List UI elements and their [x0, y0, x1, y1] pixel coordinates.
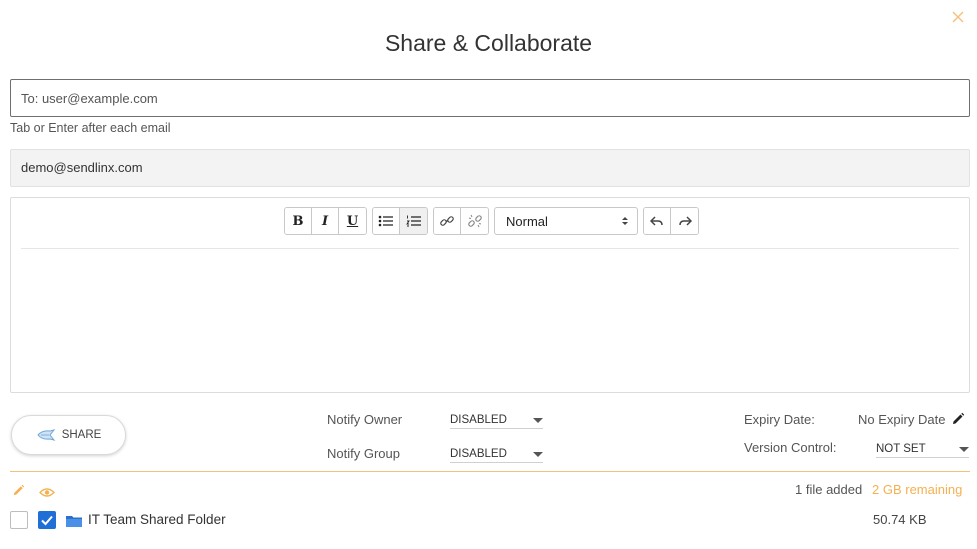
chevron-down-icon — [533, 451, 543, 457]
notify-group-value: DISABLED — [450, 448, 507, 460]
preview-files-button[interactable] — [39, 485, 55, 503]
notify-owner-select[interactable]: DISABLED — [450, 414, 543, 429]
text-format-value: Normal — [506, 213, 548, 229]
message-body[interactable] — [21, 254, 959, 386]
version-control-value: NOT SET — [876, 443, 926, 455]
message-editor: B I U Normal — [10, 197, 970, 393]
link-group — [433, 207, 489, 235]
text-style-group: B I U — [284, 207, 367, 235]
file-checkbox[interactable] — [38, 511, 56, 529]
recipient-hint: Tab or Enter after each email — [10, 121, 171, 135]
section-divider — [10, 471, 970, 472]
files-added-count: 1 file added — [795, 482, 863, 497]
unlink-icon — [467, 214, 482, 228]
row-select-checkbox[interactable] — [10, 511, 28, 529]
edit-expiry-button[interactable] — [951, 412, 965, 431]
numbered-list-icon — [405, 215, 421, 227]
version-control-label: Version Control: — [744, 440, 837, 455]
checkmark-icon — [41, 515, 53, 526]
chevron-down-icon — [959, 446, 969, 452]
redo-button[interactable] — [671, 208, 698, 234]
version-control-select[interactable]: NOT SET — [876, 443, 969, 458]
notify-owner-label: Notify Owner — [327, 412, 403, 427]
remove-link-button[interactable] — [461, 208, 488, 234]
select-arrows-icon — [622, 217, 628, 225]
undo-icon — [650, 216, 663, 226]
close-icon[interactable] — [951, 10, 965, 24]
share-label: SHARE — [61, 429, 102, 441]
file-size: 50.74 KB — [873, 512, 927, 527]
storage-remaining: 2 GB remaining — [872, 482, 963, 497]
redo-icon — [678, 216, 692, 226]
bold-button[interactable]: B — [285, 208, 312, 234]
expiry-date-label: Expiry Date: — [744, 412, 815, 427]
chevron-down-icon — [533, 417, 543, 423]
folder-icon — [65, 514, 83, 533]
toolbar-divider — [21, 248, 959, 249]
bullet-list-icon — [378, 215, 393, 227]
bullet-list-button[interactable] — [373, 208, 400, 234]
expiry-date-value: No Expiry Date — [858, 412, 946, 427]
share-button[interactable]: SHARE — [11, 415, 126, 455]
dialog-title: Share & Collaborate — [384, 30, 593, 56]
numbered-list-button[interactable] — [400, 208, 427, 234]
editor-toolbar: B I U Normal — [284, 207, 699, 235]
send-icon — [37, 429, 56, 441]
history-group — [643, 207, 699, 235]
list-group — [372, 207, 428, 235]
notify-owner-value: DISABLED — [450, 414, 507, 426]
pencil-icon — [13, 484, 25, 496]
insert-link-button[interactable] — [434, 208, 461, 234]
undo-button[interactable] — [644, 208, 671, 234]
link-icon — [440, 216, 454, 226]
text-format-select[interactable]: Normal — [494, 207, 638, 235]
notify-group-label: Notify Group — [327, 446, 400, 461]
eye-icon — [39, 488, 55, 497]
sender-email-field: demo@sendlinx.com — [10, 149, 970, 187]
notify-group-select[interactable]: DISABLED — [450, 448, 543, 463]
italic-button[interactable]: I — [312, 208, 339, 234]
underline-button[interactable]: U — [339, 208, 366, 234]
edit-files-button[interactable] — [12, 484, 25, 502]
file-name[interactable]: IT Team Shared Folder — [88, 512, 226, 527]
recipient-email-input[interactable] — [10, 79, 970, 117]
pencil-icon — [953, 412, 965, 424]
